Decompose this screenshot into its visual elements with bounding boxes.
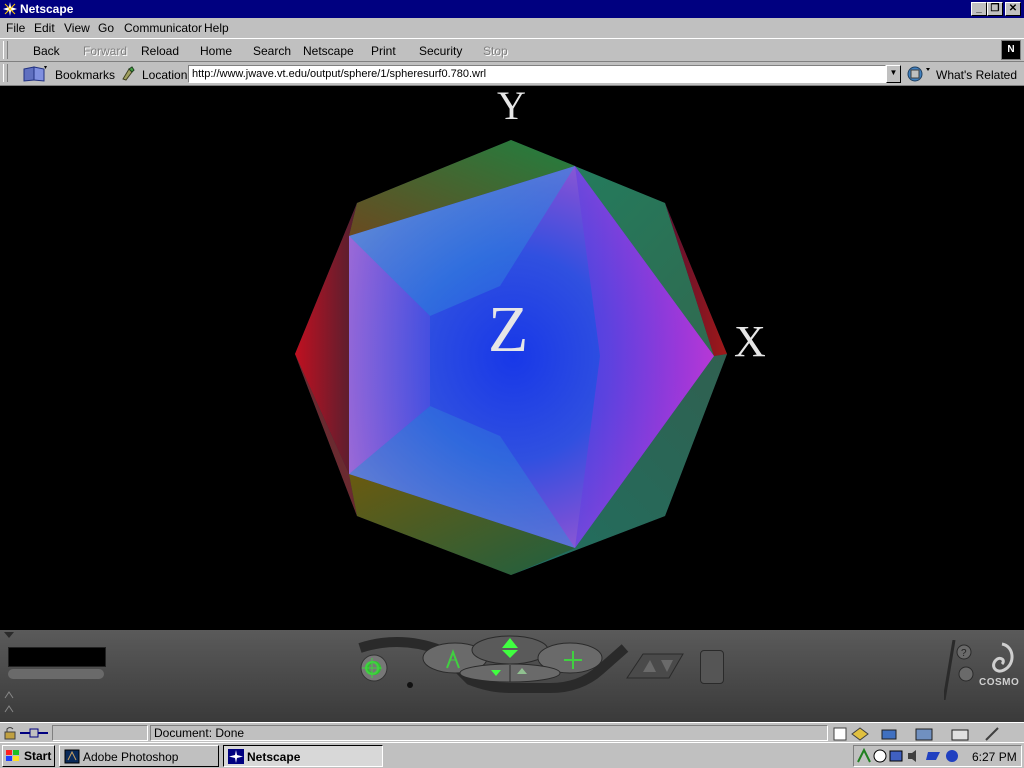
status-bar: Document: Done <box>0 722 1024 742</box>
walk-icon[interactable] <box>498 636 522 660</box>
home-button[interactable]: Home <box>200 44 232 58</box>
zoom-icon[interactable] <box>441 648 465 672</box>
search-button[interactable]: Search <box>253 44 291 58</box>
status-text-field: Document: Done <box>150 725 828 741</box>
progress-indicator <box>52 725 148 741</box>
tilt-up-icon[interactable] <box>514 666 530 676</box>
security-button[interactable]: Security <box>419 44 462 58</box>
location-toolbar: Bookmarks Location: ▼ What's Related <box>0 62 1024 86</box>
close-button[interactable]: ✕ <box>1005 2 1021 16</box>
tray-icons[interactable] <box>856 748 966 764</box>
navigation-toolbar: Back Forward Reload Home Search Netscape… <box>0 38 1024 62</box>
minimize-button[interactable]: _ <box>971 2 987 16</box>
location-page-icon[interactable] <box>120 66 136 82</box>
straighten-button[interactable] <box>700 650 724 684</box>
taskbar-item-photoshop[interactable]: Adobe Photoshop <box>59 745 219 767</box>
netscape-button[interactable]: Netscape <box>303 44 354 58</box>
window-title: Netscape <box>20 2 74 16</box>
menu-bar: File Edit View Go Communicator Help <box>0 18 1024 38</box>
menu-edit[interactable]: Edit <box>34 21 55 35</box>
back-button[interactable]: Back <box>33 44 60 58</box>
viewpoint-display <box>8 647 106 667</box>
cosmo-logo-text: COSMO <box>979 677 1020 688</box>
navigation-controls <box>358 635 629 693</box>
title-bar: Netscape _ ❐ ✕ <box>0 0 1024 18</box>
netscape-icon <box>228 749 244 764</box>
taskbar-item-netscape[interactable]: Netscape <box>223 745 383 767</box>
bookmarks-icon[interactable] <box>22 65 48 83</box>
security-lock-icon[interactable] <box>3 726 17 740</box>
collapse-arrow-icon[interactable] <box>4 632 14 638</box>
restore-button[interactable]: ❐ <box>987 2 1003 16</box>
menu-go[interactable]: Go <box>98 21 114 35</box>
svg-text:?: ? <box>961 648 967 659</box>
menu-file[interactable]: File <box>6 21 25 35</box>
print-button[interactable]: Print <box>371 44 396 58</box>
windows-taskbar: Start Adobe Photoshop Netscape 6:27 PM <box>0 742 1024 768</box>
reload-button[interactable]: Reload <box>141 44 179 58</box>
connection-status-icon <box>20 728 48 738</box>
location-label: Location: <box>142 68 191 82</box>
pan-icon[interactable] <box>561 648 585 672</box>
whats-related-icon[interactable] <box>906 66 932 82</box>
viewpoint-selector[interactable] <box>8 669 104 679</box>
status-text: Document: Done <box>154 726 245 740</box>
component-bar <box>833 727 999 741</box>
axis-label-z: Z <box>488 293 529 366</box>
url-dropdown-button[interactable]: ▼ <box>886 65 901 83</box>
menu-view[interactable]: View <box>64 21 90 35</box>
taskbar-item-label: Adobe Photoshop <box>83 750 179 764</box>
url-input[interactable] <box>188 65 886 83</box>
windows-logo-icon <box>6 750 19 761</box>
menu-help[interactable]: Help <box>204 21 229 35</box>
forward-button[interactable]: Forward <box>83 44 127 58</box>
vrml-viewport[interactable]: Y Z X <box>0 86 1024 630</box>
stop-button[interactable]: Stop <box>483 44 508 58</box>
location-grip[interactable] <box>3 64 8 82</box>
menu-communicator[interactable]: Communicator <box>124 21 202 35</box>
clock[interactable]: 6:27 PM <box>972 750 1017 764</box>
axis-label-x: X <box>734 317 766 366</box>
scroll-arrows-icon[interactable] <box>4 690 14 714</box>
start-label: Start <box>24 749 52 763</box>
tilt-down-icon[interactable] <box>488 668 504 678</box>
cosmo-player-dashboard: ? COSMO <box>0 630 1024 722</box>
axis-label-y: Y <box>497 86 526 128</box>
system-tray: 6:27 PM <box>853 745 1022 767</box>
whats-related-label[interactable]: What's Related <box>936 68 1017 82</box>
bookmarks-label[interactable]: Bookmarks <box>55 68 115 82</box>
undo-redo-controls[interactable] <box>625 650 685 682</box>
netscape-app-icon <box>3 2 17 16</box>
toolbar-grip[interactable] <box>3 41 8 59</box>
taskbar-item-label: Netscape <box>247 750 301 764</box>
start-button[interactable]: Start <box>2 745 55 767</box>
seek-icon[interactable] <box>360 656 384 680</box>
cosmo-logo-panel: ? <box>944 640 1014 700</box>
netscape-logo-icon[interactable]: N <box>1001 40 1021 60</box>
photoshop-icon <box>64 749 80 764</box>
